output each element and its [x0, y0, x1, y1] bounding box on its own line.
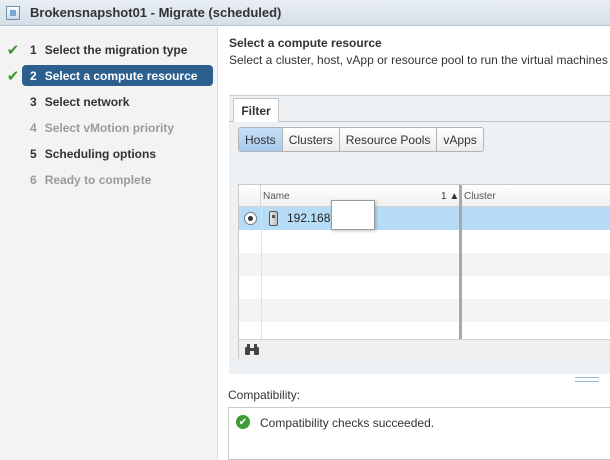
step-number: 1 — [30, 43, 37, 57]
table-row-empty — [239, 253, 610, 276]
hosts-button[interactable]: Hosts — [239, 128, 283, 151]
step-number: 5 — [30, 147, 37, 161]
step-label: Select the migration type — [44, 43, 188, 57]
table-row-empty — [239, 322, 610, 339]
grid-footer — [239, 339, 610, 359]
table-row-empty — [239, 276, 610, 299]
step-label: Select a compute resource — [44, 69, 198, 83]
step-select-migration-type[interactable]: ✔ 1 Select the migration type — [0, 37, 217, 63]
row-radio-button[interactable] — [244, 212, 257, 225]
step-label: Select network — [44, 95, 130, 109]
host-icon — [269, 211, 278, 226]
resource-pools-button[interactable]: Resource Pools — [339, 128, 438, 151]
table-row-empty — [239, 299, 610, 322]
check-icon: ✔ — [6, 42, 20, 59]
clusters-button[interactable]: Clusters — [282, 128, 340, 151]
grid-header: Name 1 ▲ Cluster — [239, 185, 610, 207]
step-label: Scheduling options — [44, 147, 157, 161]
page-description: Select a cluster, host, vApp or resource… — [229, 53, 608, 67]
step-number: 3 — [30, 95, 37, 109]
vapps-button[interactable]: vApps — [437, 128, 483, 151]
step-number: 4 — [30, 121, 37, 135]
step-select-network[interactable]: 3 Select network — [0, 89, 217, 115]
object-type-selector: Hosts Clusters Resource Pools vApps — [238, 127, 484, 152]
compatibility-panel: ✔ Compatibility checks succeeded. — [228, 407, 610, 460]
step-select-vmotion-priority: 4 Select vMotion priority — [0, 115, 217, 141]
compatibility-message: Compatibility checks succeeded. — [260, 416, 435, 430]
host-name: 192.168 — [287, 211, 331, 225]
success-check-icon: ✔ — [236, 415, 250, 429]
table-row-empty — [239, 230, 610, 253]
resource-grid: Name 1 ▲ Cluster 192.168 — [238, 184, 610, 359]
column-resize-handle[interactable] — [459, 185, 462, 339]
wizard-steps: ✔ 1 Select the migration type ✔ 2 Select… — [0, 27, 218, 460]
compatibility-label: Compatibility: — [228, 388, 301, 402]
filter-panel: Filter Hosts Clusters Resource Pools vAp… — [229, 95, 610, 374]
redaction-box — [331, 200, 375, 230]
cluster-column-header[interactable]: Cluster — [464, 191, 496, 202]
step-ready-to-complete: 6 Ready to complete — [0, 167, 217, 193]
binoculars-icon[interactable] — [244, 343, 260, 356]
step-label: Ready to complete — [44, 173, 152, 187]
check-icon: ✔ — [6, 68, 20, 85]
sort-indicator[interactable]: 1 ▲ — [441, 191, 459, 202]
select-column-header — [239, 185, 261, 207]
tab-filter[interactable]: Filter — [233, 98, 279, 122]
step-label: Select vMotion priority — [44, 121, 175, 135]
step-number: 6 — [30, 173, 37, 187]
step-scheduling-options[interactable]: 5 Scheduling options — [0, 141, 217, 167]
table-row[interactable]: 192.168 — [239, 200, 610, 230]
window-title: Brokensnapshot01 - Migrate (scheduled) — [30, 5, 282, 20]
vm-icon — [6, 5, 20, 20]
page-title: Select a compute resource — [229, 36, 382, 50]
window-titlebar: Brokensnapshot01 - Migrate (scheduled) — [0, 0, 610, 26]
step-select-compute-resource[interactable]: ✔ 2 Select a compute resource — [0, 63, 217, 89]
step-number: 2 — [30, 69, 37, 83]
name-column-header[interactable]: Name — [263, 191, 290, 202]
panel-splitter[interactable] — [575, 377, 599, 382]
main-panel: Select a compute resource Select a clust… — [219, 27, 610, 460]
